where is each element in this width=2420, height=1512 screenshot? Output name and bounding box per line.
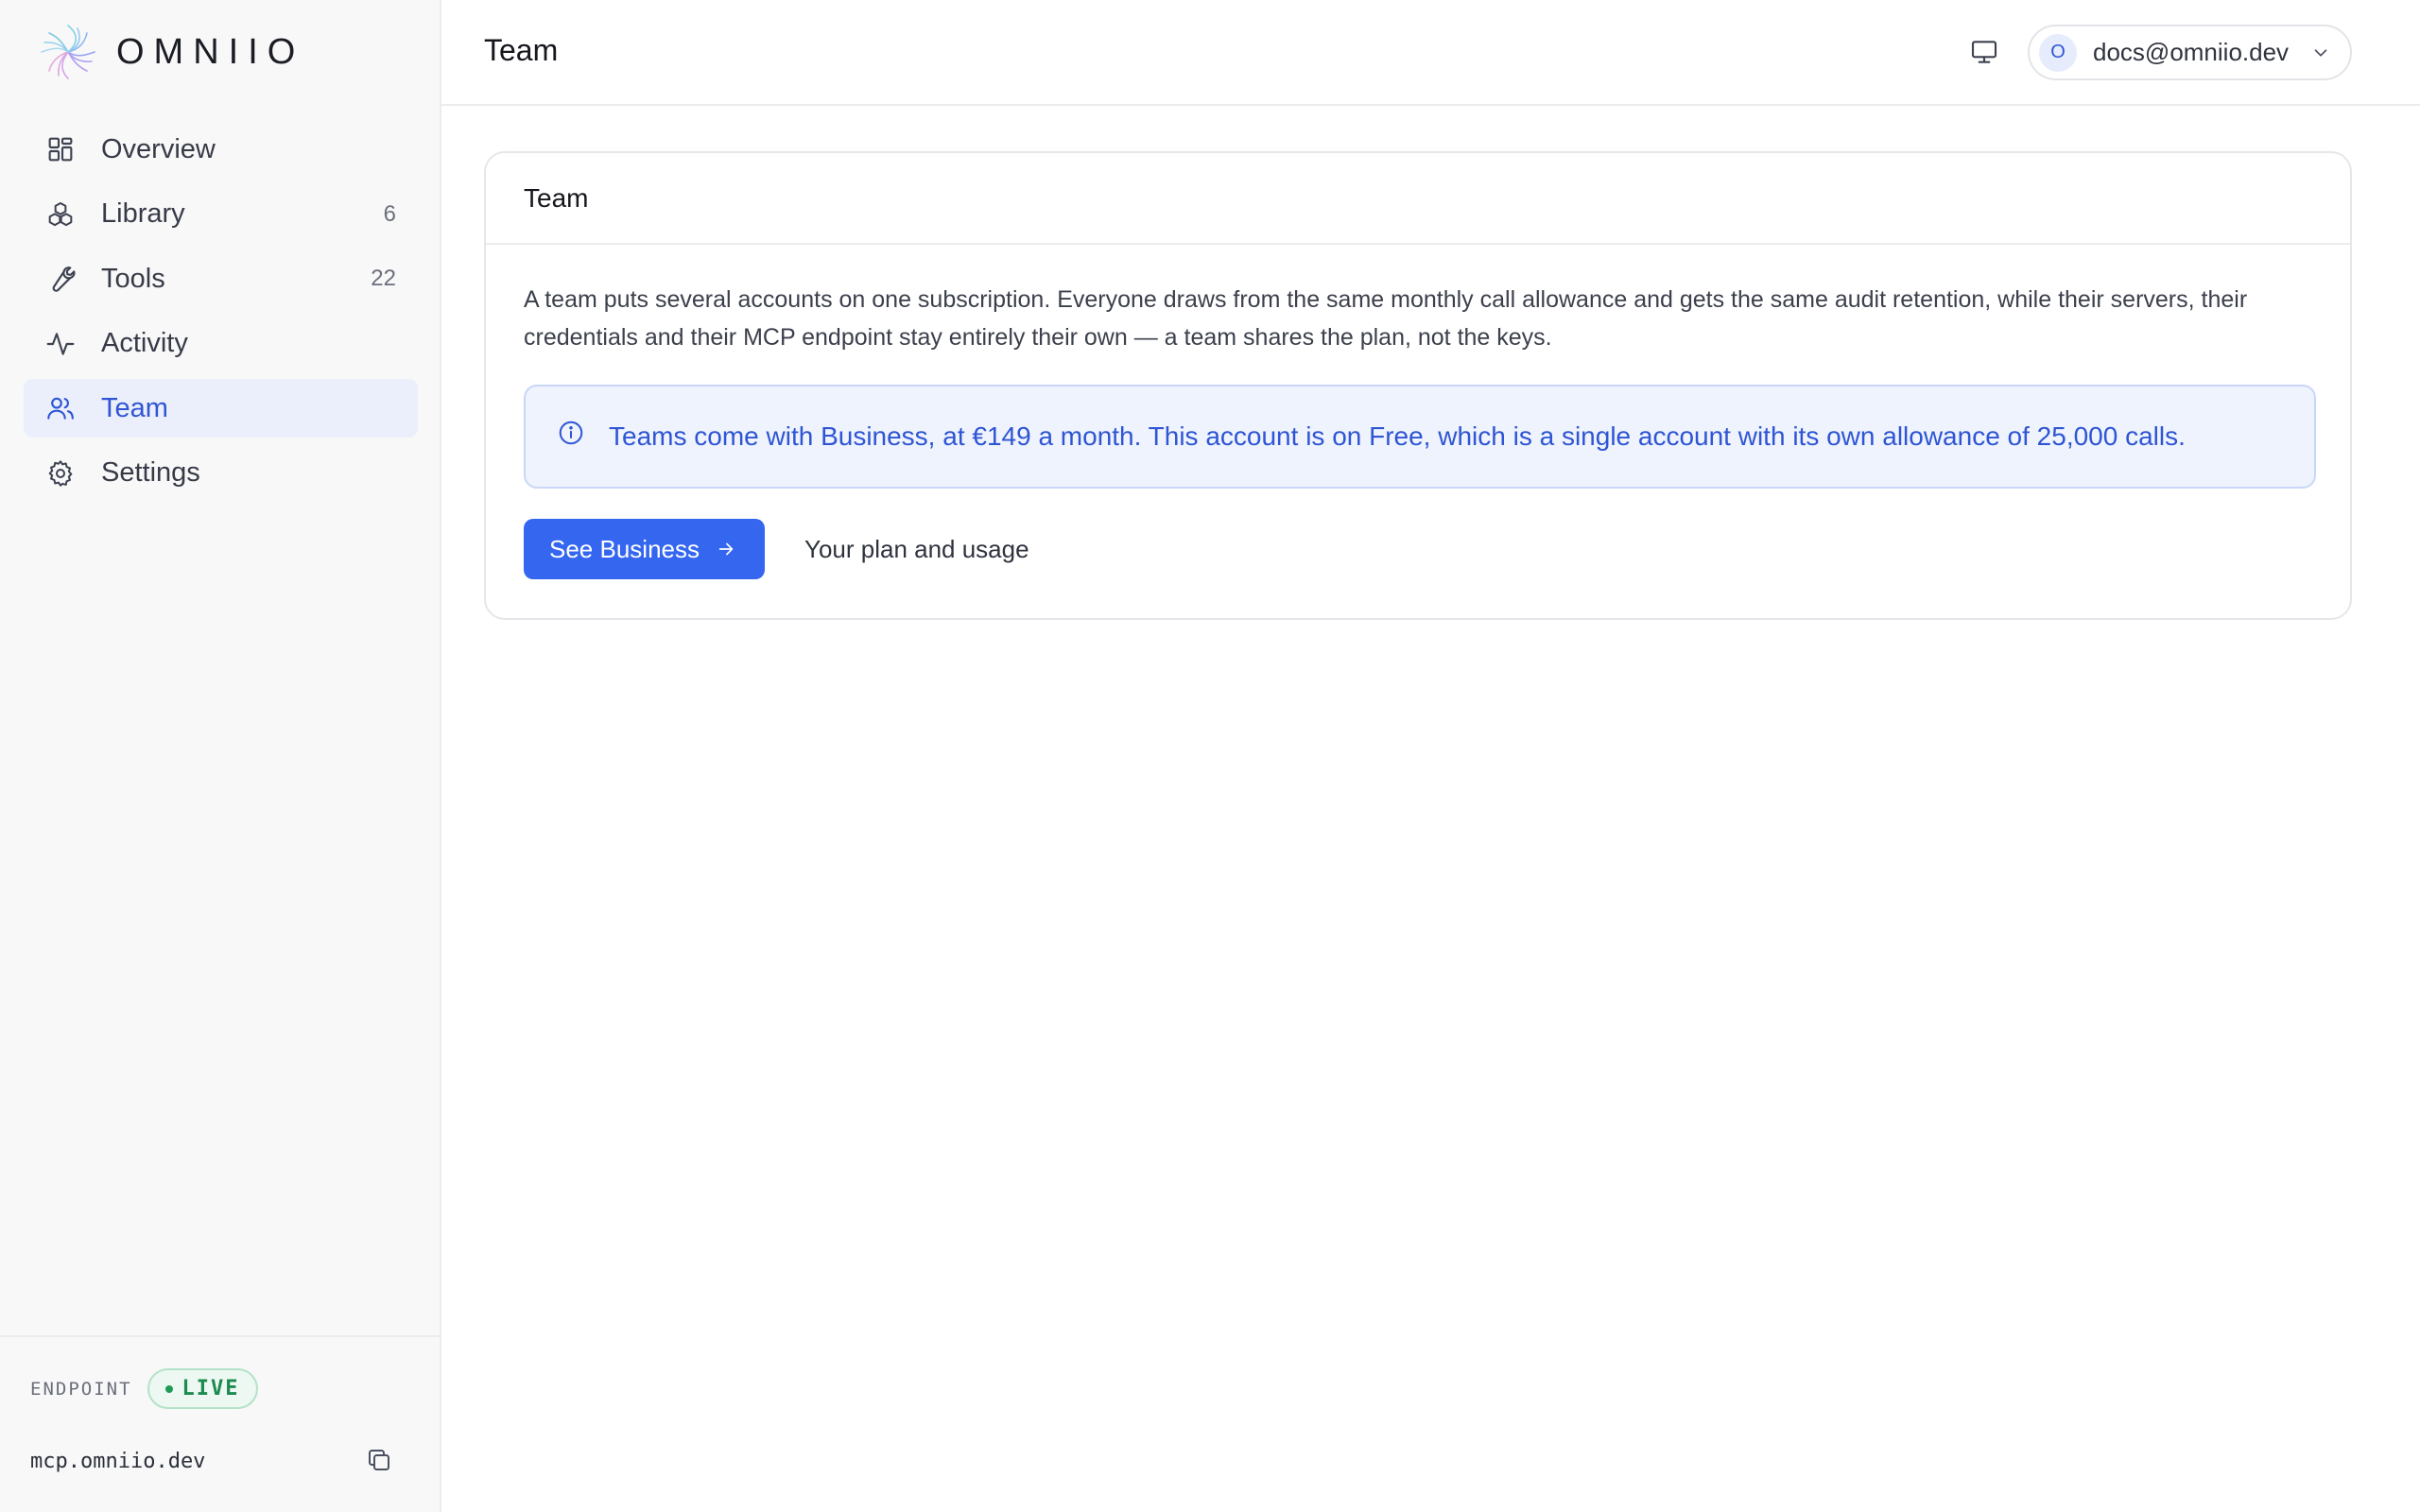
sidebar-item-activity[interactable]: Activity [24,315,418,373]
see-business-label: See Business [549,534,700,563]
brand-logo[interactable]: OMNIIO [37,21,304,83]
display-mode-button[interactable] [1967,35,2001,69]
info-icon [557,418,587,448]
team-description: A team puts several accounts on one subs… [524,286,2248,351]
sidebar-item-tools[interactable]: Tools 22 [24,249,418,308]
sidebar-item-label: Overview [101,133,216,164]
see-business-button[interactable]: See Business [524,519,765,579]
sidebar-item-label: Library [101,198,185,230]
card-title: Team [524,182,589,213]
chevron-down-icon [2310,42,2333,64]
user-email: docs@omniio.dev [2093,38,2290,66]
sidebar-item-library[interactable]: Library 6 [24,185,418,244]
sidebar: OMNIIO Overview Library 6 Tools 22 Activ… [0,0,441,1512]
gear-icon [44,457,77,490]
page-title: Team [484,33,559,67]
sidebar-item-label: Tools [101,263,165,294]
sidebar-nav: Overview Library 6 Tools 22 Activity Tea… [24,120,418,509]
status-badge: LIVE [147,1368,258,1409]
user-menu-button[interactable]: O docs@omniio.dev [2028,25,2352,80]
cubes-icon [44,198,77,231]
plan-notice: Teams come with Business, at €149 a mont… [524,385,2316,489]
top-header: Team O docs@omniio.dev [441,0,2420,106]
sidebar-item-label: Activity [101,328,188,359]
live-dot-icon [164,1384,173,1393]
pulse-icon [44,328,77,360]
sidebar-item-count: 22 [371,266,396,292]
avatar: O [2039,33,2077,72]
brand-name: OMNIIO [116,31,305,72]
arrow-right-icon [716,538,738,560]
card-header: Team [486,153,2350,245]
sidebar-item-label: Settings [101,457,200,489]
copy-icon [369,1450,389,1470]
status-badge-label: LIVE [182,1377,240,1400]
endpoint-status-row: ENDPOINT LIVE [30,1368,258,1409]
card-body: A team puts several accounts on one subs… [486,281,2350,579]
sidebar-item-settings[interactable]: Settings [24,444,418,503]
team-card: Team A team puts several accounts on one… [484,151,2352,620]
omniio-logo-icon [41,25,95,79]
endpoint-label: ENDPOINT [30,1378,132,1400]
card-actions: See Business Your plan and usage [524,519,2312,579]
sidebar-item-label: Team [101,392,168,423]
users-icon [44,392,77,424]
copy-endpoint-button[interactable] [363,1444,395,1476]
sidebar-item-team[interactable]: Team [24,379,418,438]
monitor-icon [1971,41,1997,63]
sidebar-item-count: 6 [383,200,396,227]
endpoint-url: mcp.omniio.dev [30,1450,206,1473]
sidebar-item-overview[interactable]: Overview [24,120,418,179]
plan-notice-text: Teams come with Business, at €149 a mont… [609,421,2186,451]
grid-icon [44,133,77,165]
plan-usage-link[interactable]: Your plan and usage [804,535,1029,564]
wrench-icon [44,263,77,295]
sidebar-footer: ENDPOINT LIVE mcp.omniio.dev [0,1335,440,1512]
